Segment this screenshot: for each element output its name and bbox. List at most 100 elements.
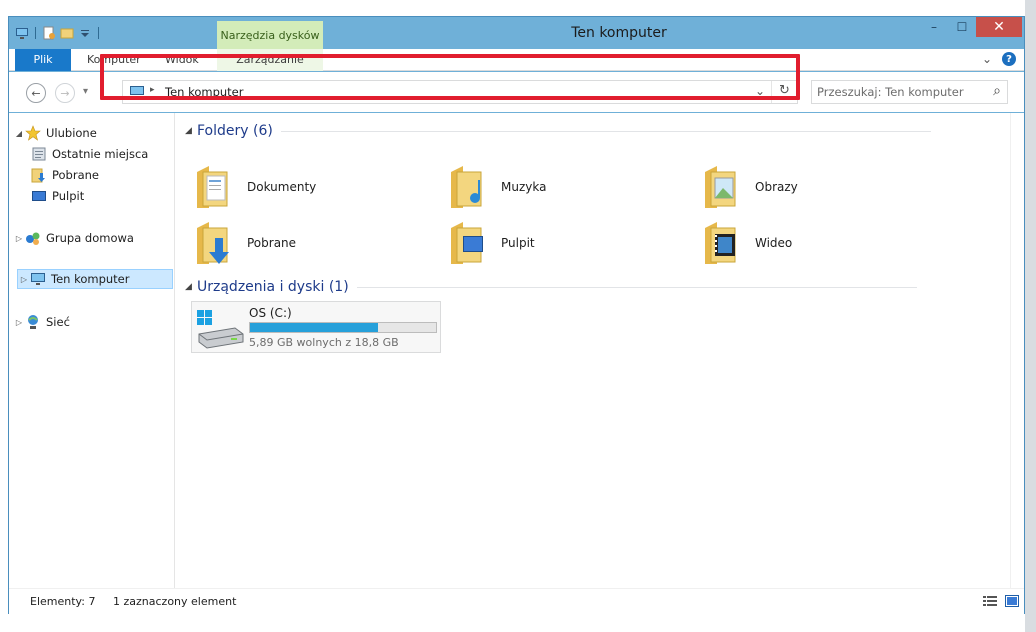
back-button[interactable]: ← xyxy=(26,83,46,103)
ribbon-tab-row: Plik Komputer Widok Zarządzanie ⌄ ? xyxy=(9,49,1024,71)
computer-icon xyxy=(30,271,46,287)
search-input[interactable]: Przeszukaj: Ten komputer xyxy=(817,85,964,99)
large-icons-view-icon[interactable] xyxy=(1004,593,1020,609)
desktop-edge xyxy=(1025,0,1036,632)
items-count: Elementy: 7 xyxy=(30,595,96,608)
expand-ribbon-icon[interactable]: ⌄ xyxy=(982,52,992,66)
group-title: Urządzenia i dyski (1) xyxy=(197,279,349,295)
toolbar-separator xyxy=(35,27,36,39)
folder-label: Pulpit xyxy=(501,236,535,250)
tab-computer[interactable]: Komputer xyxy=(77,49,151,71)
search-icon[interactable]: ⌕ xyxy=(993,83,1001,99)
tree-label: Ostatnie miejsca xyxy=(52,147,149,161)
tree-item-homegroup[interactable]: ▷ Grupa domowa xyxy=(13,228,134,248)
navigation-bar: ← → ▾ ▸ Ten komputer ⌄ ↻ Przeszukaj: Ten… xyxy=(9,72,1024,112)
recent-places-icon xyxy=(31,146,47,162)
documents-folder-icon xyxy=(197,166,228,208)
tree-label: Sieć xyxy=(46,315,70,329)
drive-tile-os-c[interactable]: OS (C:) 5,89 GB wolnych z 18,8 GB xyxy=(191,301,441,353)
address-separator-icon[interactable]: ▸ xyxy=(150,85,155,95)
hard-drive-icon xyxy=(197,310,244,349)
details-view-icon[interactable] xyxy=(982,593,998,609)
content-pane: ◢ Foldery (6) Dokumenty Muzyka Obrazy Po… xyxy=(175,113,1010,588)
folder-label: Obrazy xyxy=(755,180,798,194)
desktop-icon xyxy=(31,188,47,204)
tree-item-recent-places[interactable]: Ostatnie miejsca xyxy=(31,144,148,164)
search-box[interactable]: Przeszukaj: Ten komputer ⌕ xyxy=(811,80,1008,104)
tab-manage[interactable]: Zarządzanie xyxy=(217,49,323,71)
close-button[interactable]: ✕ xyxy=(976,17,1022,37)
folder-tile-music[interactable]: Muzyka xyxy=(449,161,699,213)
folder-label: Pobrane xyxy=(247,236,297,250)
tab-file[interactable]: Plik xyxy=(15,49,71,71)
group-title: Foldery (6) xyxy=(197,123,273,139)
tree-item-this-pc[interactable]: ▷ Ten komputer xyxy=(17,269,173,289)
computer-icon[interactable] xyxy=(15,26,29,40)
quick-access-toolbar xyxy=(15,24,101,42)
refresh-icon[interactable]: ↻ xyxy=(779,83,790,98)
expand-arrow-icon[interactable]: ▷ xyxy=(13,234,25,243)
tree-item-downloads[interactable]: Pobrane xyxy=(31,165,99,185)
title-bar[interactable]: Narzędzia dysków Ten komputer – ☐ ✕ xyxy=(9,17,1024,49)
pictures-folder-icon xyxy=(705,166,736,208)
address-divider xyxy=(771,81,772,103)
group-header-devices[interactable]: ◢ Urządzenia i dyski (1) xyxy=(185,277,917,297)
folder-tile-videos[interactable]: Wideo xyxy=(703,217,953,269)
folder-label: Dokumenty xyxy=(247,180,317,194)
drive-usage-bar xyxy=(249,322,437,333)
expand-arrow-icon[interactable]: ▷ xyxy=(13,318,25,327)
tab-view[interactable]: Widok xyxy=(155,49,209,71)
downloads-folder-icon xyxy=(197,222,229,264)
properties-icon[interactable] xyxy=(42,26,56,40)
expand-arrow-icon[interactable]: ▷ xyxy=(18,275,30,284)
folder-tile-desktop[interactable]: Pulpit xyxy=(449,217,699,269)
tree-label: Ten komputer xyxy=(51,272,130,286)
folder-tile-downloads[interactable]: Pobrane xyxy=(195,217,445,269)
recent-locations-button[interactable]: ▾ xyxy=(83,86,88,97)
star-icon xyxy=(25,125,41,141)
folder-tile-pictures[interactable]: Obrazy xyxy=(703,161,953,213)
folder-label: Wideo xyxy=(755,236,793,250)
group-divider xyxy=(280,130,931,132)
customize-toolbar-icon[interactable] xyxy=(78,26,92,40)
tree-label: Pulpit xyxy=(52,189,85,203)
folder-label: Muzyka xyxy=(501,180,547,194)
ribbon-right-controls: ⌄ ? xyxy=(982,52,1016,66)
window-controls: – ☐ ✕ xyxy=(920,17,1022,37)
videos-folder-icon xyxy=(705,222,736,264)
expand-arrow-icon[interactable]: ◢ xyxy=(13,129,25,138)
collapse-group-icon[interactable]: ◢ xyxy=(185,282,197,292)
desktop-folder-icon xyxy=(451,222,483,264)
network-icon xyxy=(25,314,41,330)
tree-label: Grupa domowa xyxy=(46,231,134,245)
maximize-button[interactable]: ☐ xyxy=(948,17,976,37)
vertical-scrollbar[interactable] xyxy=(1010,113,1024,588)
tree-item-favorites[interactable]: ◢ Ulubione xyxy=(13,123,97,143)
explorer-window: Narzędzia dysków Ten komputer – ☐ ✕ Plik… xyxy=(8,16,1025,614)
tree-item-network[interactable]: ▷ Sieć xyxy=(13,312,70,332)
computer-icon xyxy=(129,84,145,103)
drive-free-space: 5,89 GB wolnych z 18,8 GB xyxy=(249,336,399,349)
address-path-segment[interactable]: Ten komputer xyxy=(165,85,243,99)
music-folder-icon xyxy=(451,166,482,208)
tree-item-desktop[interactable]: Pulpit xyxy=(31,186,84,206)
view-switcher xyxy=(982,593,1020,609)
homegroup-icon xyxy=(25,230,41,246)
address-dropdown-icon[interactable]: ⌄ xyxy=(755,84,765,98)
status-bar: Elementy: 7 1 zaznaczony element xyxy=(9,588,1024,614)
toolbar-separator xyxy=(98,27,99,39)
drive-usage-fill xyxy=(250,323,378,332)
tree-label: Pobrane xyxy=(52,168,99,182)
help-icon[interactable]: ? xyxy=(1002,52,1016,66)
group-header-folders[interactable]: ◢ Foldery (6) xyxy=(185,121,931,141)
navigation-pane: ◢ Ulubione Ostatnie miejsca Pobrane Pulp… xyxy=(9,113,175,588)
new-folder-icon[interactable] xyxy=(60,26,74,40)
downloads-icon xyxy=(31,167,47,183)
minimize-button[interactable]: – xyxy=(920,17,948,37)
forward-button[interactable]: → xyxy=(55,83,75,103)
tree-label: Ulubione xyxy=(46,126,97,140)
group-divider xyxy=(356,286,917,288)
collapse-group-icon[interactable]: ◢ xyxy=(185,126,197,136)
folder-tile-documents[interactable]: Dokumenty xyxy=(195,161,445,213)
address-bar[interactable]: ▸ Ten komputer ⌄ ↻ xyxy=(122,80,798,104)
